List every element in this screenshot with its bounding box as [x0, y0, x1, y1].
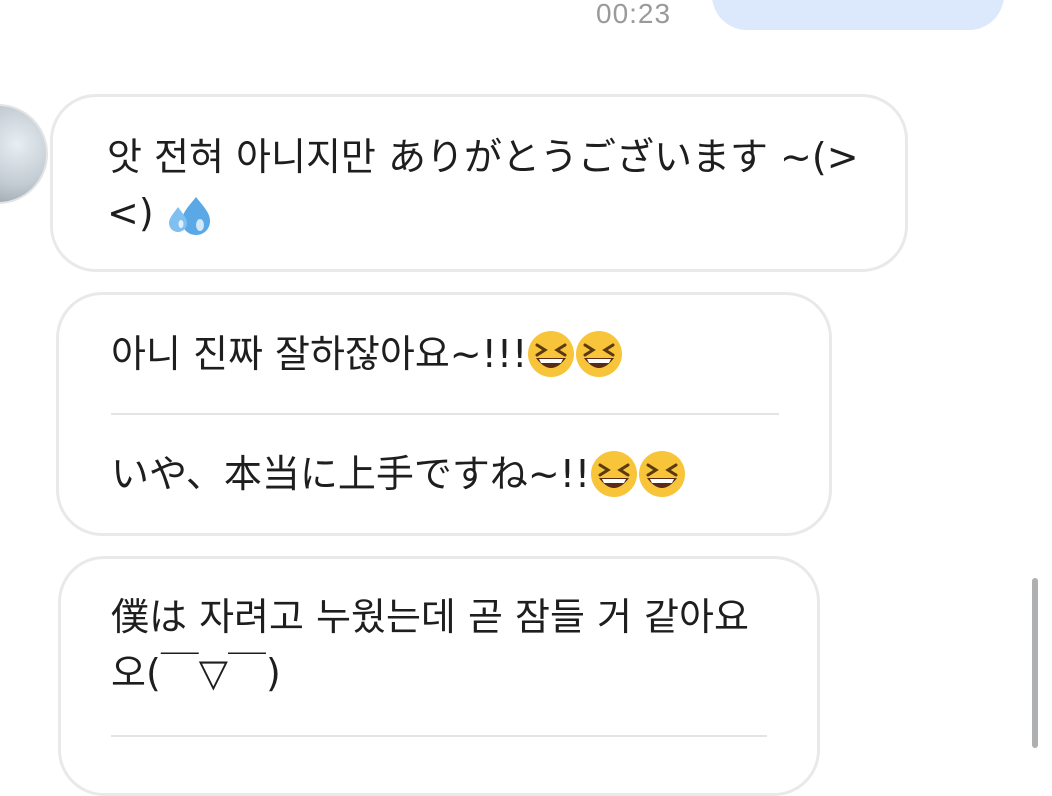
- sweat-droplets-icon: [168, 196, 210, 235]
- message-text: 아니 진짜 잘하잖아요~!!!: [111, 332, 528, 376]
- message-text: いや、本当に上手ですね~!!: [111, 452, 591, 496]
- message-line: 아니 진짜 잘하잖아요~!!!: [111, 295, 779, 413]
- sent-message-bubble[interactable]: [712, 0, 1004, 30]
- received-message-bubble[interactable]: 앗 전혀 아니지만 ありがとうございます ~(><): [50, 94, 908, 272]
- message-text-container: 앗 전혀 아니지만 ありがとうございます ~(><): [107, 129, 865, 241]
- message-text: 앗 전혀 아니지만 ありがとうございます ~(><): [107, 135, 859, 235]
- message-divider: [111, 735, 767, 737]
- received-message-bubble[interactable]: 僕は 자려고 누웠는데 곧 잠들 거 같아요오(￣▽￣): [58, 556, 820, 796]
- message-text: 僕は 자려고 누웠는데 곧 잠들 거 같아요오(￣▽￣): [111, 595, 749, 695]
- message-timestamp: 00:23: [596, 0, 672, 29]
- grinning-squinting-face-icon: [591, 451, 686, 497]
- grinning-squinting-face-icon: [528, 331, 623, 377]
- message-line: いや、本当に上手ですね~!!: [111, 415, 779, 533]
- scrollbar-thumb[interactable]: [1032, 578, 1038, 748]
- sender-avatar[interactable]: [0, 104, 48, 204]
- received-message-bubble[interactable]: 아니 진짜 잘하잖아요~!!! いや、本当に上手ですね~!!: [56, 292, 832, 536]
